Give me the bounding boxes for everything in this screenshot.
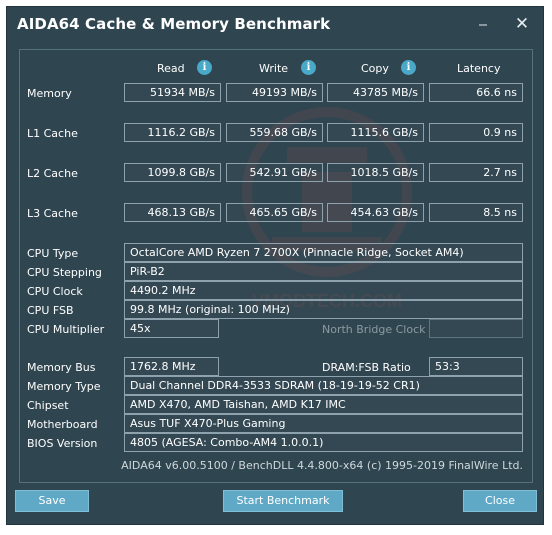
cpu-type-value: OctalCore AMD Ryzen 7 2700X (Pinnacle Ri… [124,243,523,262]
memory-write-value: 49193 MB/s [226,83,323,102]
motherboard-value: Asus TUF X470-Plus Gaming [124,414,523,433]
chipset-value: AMD X470, AMD Taishan, AMD K17 IMC [124,395,523,414]
l1-write-value: 559.68 GB/s [226,123,323,142]
bios-version-label: BIOS Version [27,437,98,450]
l2-latency-value: 2.7 ns [429,163,523,182]
dram-fsb-ratio-label: DRAM:FSB Ratio [322,361,411,374]
info-icon-read[interactable]: i [197,60,212,75]
l1-read-value: 1116.2 GB/s [124,123,221,142]
memory-type-label: Memory Type [27,380,101,393]
l1-latency-value: 0.9 ns [429,123,523,142]
north-bridge-clock-label: North Bridge Clock [322,323,426,336]
chipset-label: Chipset [27,399,69,412]
bios-version-value: 4805 (AGESA: Combo-AM4 1.0.0.1) [124,433,523,452]
window-title: AIDA64 Cache & Memory Benchmark [17,15,331,33]
close-window-button[interactable]: ✕ [509,12,535,36]
dram-fsb-ratio-value: 53:3 [429,357,523,376]
memory-latency-value: 66.6 ns [429,83,523,102]
l3-read-value: 468.13 GB/s [124,203,221,222]
memory-type-value: Dual Channel DDR4-3533 SDRAM (18-19-19-5… [124,376,523,395]
l3-copy-value: 454.63 GB/s [327,203,424,222]
l2-copy-value: 1018.5 GB/s [327,163,424,182]
memory-bus-value: 1762.8 MHz [124,357,219,376]
cpu-stepping-value: PiR-B2 [124,262,523,281]
info-icon-copy[interactable]: i [401,60,416,75]
row-label-memory: Memory [27,87,72,100]
cpu-fsb-value: 99.8 MHz (original: 100 MHz) [124,300,523,319]
row-label-l1-cache: L1 Cache [27,127,78,140]
cpu-clock-label: CPU Clock [27,285,83,298]
l3-latency-value: 8.5 ns [429,203,523,222]
memory-bus-label: Memory Bus [27,361,96,374]
cpu-type-label: CPU Type [27,247,79,260]
start-benchmark-button[interactable]: Start Benchmark [223,490,343,512]
column-header-copy: Copy [361,62,389,75]
column-header-write: Write [259,62,289,75]
motherboard-label: Motherboard [27,418,98,431]
cpu-clock-value: 4490.2 MHz [124,281,523,300]
title-bar: AIDA64 Cache & Memory Benchmark ⎯ ✕ [7,7,543,43]
row-label-l3-cache: L3 Cache [27,207,78,220]
column-header-latency: Latency [457,62,501,75]
memory-read-value: 51934 MB/s [124,83,221,102]
minimize-button[interactable]: ⎯ [470,12,496,36]
info-icon-write[interactable]: i [301,60,316,75]
cpu-multiplier-value: 45x [124,319,219,338]
l1-copy-value: 1115.6 GB/s [327,123,424,142]
north-bridge-clock-value [429,319,523,338]
cpu-multiplier-label: CPU Multiplier [27,323,105,336]
column-header-read: Read [157,62,185,75]
version-footer: AIDA64 v6.00.5100 / BenchDLL 4.4.800-x64… [121,459,523,472]
l2-write-value: 542.91 GB/s [226,163,323,182]
l2-read-value: 1099.8 GB/s [124,163,221,182]
benchmark-window: AIDA64 Cache & Memory Benchmark ⎯ ✕ VMOD… [6,6,544,525]
save-button[interactable]: Save [15,490,89,512]
memory-copy-value: 43785 MB/s [327,83,424,102]
cpu-stepping-label: CPU Stepping [27,266,102,279]
close-button[interactable]: Close [463,490,537,512]
row-label-l2-cache: L2 Cache [27,167,78,180]
cpu-fsb-label: CPU FSB [27,304,74,317]
l3-write-value: 465.65 GB/s [226,203,323,222]
